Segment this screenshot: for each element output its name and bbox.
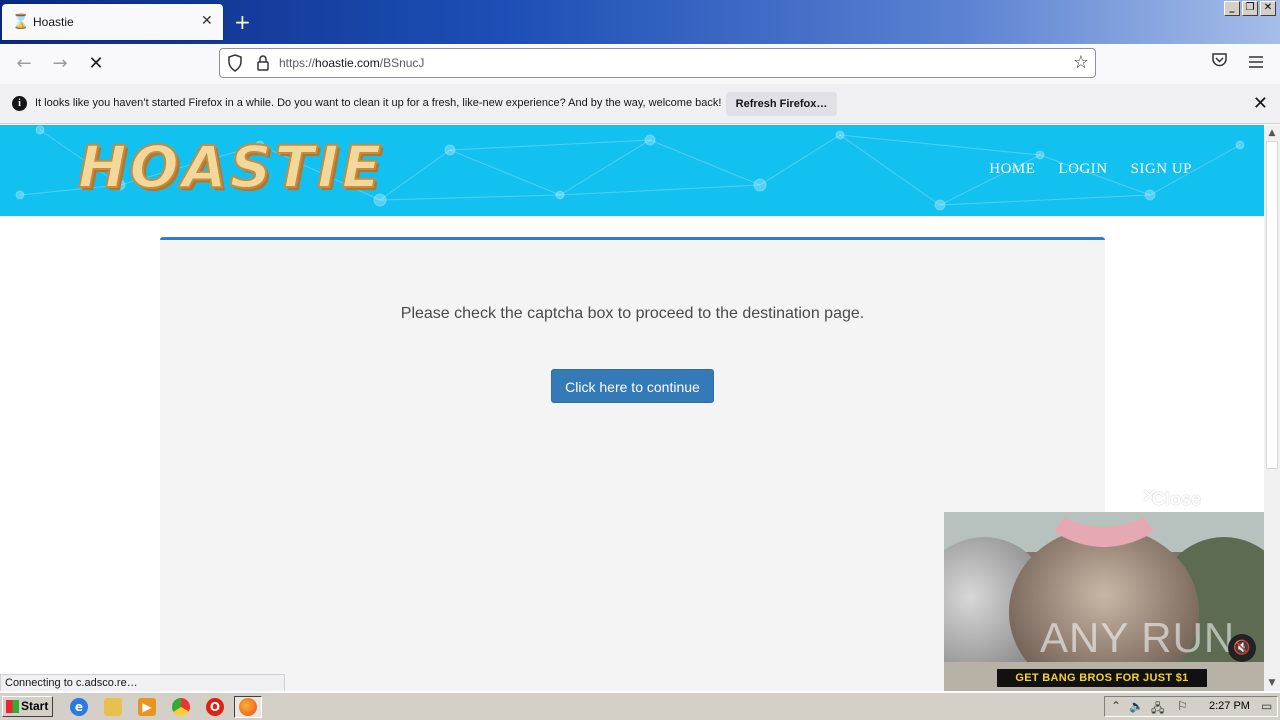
hourglass-icon: ⌛ — [12, 14, 30, 30]
new-tab-icon[interactable]: + — [234, 10, 251, 34]
taskbar-firefox-active[interactable] — [234, 696, 262, 718]
opera-icon[interactable]: O — [206, 698, 224, 716]
menu-hamburger-icon[interactable] — [1248, 54, 1264, 73]
minimize-icon[interactable]: _ — [1224, 1, 1240, 16]
shield-icon[interactable] — [227, 54, 243, 72]
muted-speaker-icon[interactable]: 🔇 — [1228, 634, 1256, 662]
site-header: HOASTIE HOME LOGIN SIGN UP — [0, 125, 1264, 216]
tab-title: Hoastie — [33, 15, 74, 29]
start-button[interactable]: Start — [2, 696, 53, 717]
lock-icon[interactable] — [255, 54, 271, 72]
site-nav: HOME LOGIN SIGN UP — [989, 161, 1192, 178]
refresh-firefox-button[interactable]: Refresh Firefox… — [726, 92, 837, 116]
back-arrow-icon[interactable]: ← — [12, 52, 36, 76]
scroll-up-icon[interactable]: ▲ — [1264, 125, 1280, 141]
chrome-icon[interactable] — [172, 698, 190, 716]
network-icon[interactable]: 🖧 — [1151, 699, 1164, 720]
forward-arrow-icon[interactable]: → — [48, 52, 72, 76]
tray-expand-icon[interactable]: ⌃ — [1111, 699, 1121, 713]
continue-button[interactable]: Click here to continue — [551, 369, 714, 403]
nav-login-link[interactable]: LOGIN — [1058, 161, 1107, 178]
site-logo[interactable]: HOASTIE — [77, 132, 384, 202]
clock[interactable]: 2:27 PM — [1209, 700, 1250, 712]
window-controls: _ ❐ ✕ — [1224, 1, 1276, 16]
close-notification-icon[interactable]: ✕ — [1253, 93, 1268, 114]
media-player-icon[interactable]: ▶ — [138, 698, 156, 716]
firefox-icon[interactable] — [239, 698, 257, 716]
file-explorer-icon[interactable] — [104, 698, 122, 716]
tab-hoastie[interactable]: ⌛ Hoastie ✕ — [2, 4, 223, 40]
tab-close-icon[interactable]: ✕ — [201, 13, 213, 29]
url-text[interactable]: https://hoastie.com/BSnucJ — [279, 56, 424, 70]
ad-banner[interactable]: GET BANG BROS FOR JUST $1 — [997, 669, 1207, 687]
close-ad-label[interactable]: Close ad ✕ — [1142, 486, 1201, 530]
browser-titlebar: ⌛ Hoastie ✕ + _ ❐ ✕ — [0, 0, 1280, 44]
url-bar[interactable]: https://hoastie.com/BSnucJ ☆ — [219, 48, 1096, 78]
video-ad[interactable]: ANY RUN 🔇 GET BANG BROS FOR JUST $1 — [944, 512, 1264, 691]
page-scrollbar[interactable]: ▲ ▼ — [1264, 125, 1280, 691]
stop-loading-icon[interactable]: ✕ — [84, 52, 108, 76]
scroll-thumb[interactable] — [1266, 141, 1278, 469]
internet-explorer-icon[interactable]: e — [70, 698, 88, 716]
page-viewport: HOASTIE HOME LOGIN SIGN UP Please check … — [0, 125, 1264, 691]
watermark-text: ANY RUN — [1040, 614, 1236, 661]
windows-flag-icon — [6, 700, 19, 713]
system-tray: ⌃ 🔈 🖧 ⚐ 2:27 PM ▭ — [1104, 696, 1278, 717]
bookmark-star-icon[interactable]: ☆ — [1073, 52, 1089, 73]
info-icon: i — [12, 96, 27, 111]
ad-video-frame — [944, 512, 1264, 691]
nav-home-link[interactable]: HOME — [989, 161, 1035, 178]
volume-icon[interactable]: 🔈 — [1129, 699, 1144, 713]
window-close-icon[interactable]: ✕ — [1260, 1, 1276, 16]
status-bar: Connecting to c.adsco.re… — [0, 674, 285, 691]
pocket-icon[interactable] — [1211, 52, 1228, 72]
action-center-flag-icon[interactable]: ⚐ — [1177, 699, 1188, 713]
restore-icon[interactable]: ❐ — [1242, 1, 1258, 16]
captcha-prompt: Please check the captcha box to proceed … — [400, 305, 865, 322]
notification-bar: i It looks like you haven’t started Fire… — [0, 84, 1280, 124]
scroll-down-icon[interactable]: ▼ — [1264, 675, 1280, 691]
close-ad-button[interactable]: Close ad ✕ — [1132, 483, 1264, 530]
nav-signup-link[interactable]: SIGN UP — [1131, 161, 1192, 178]
notification-message: It looks like you haven’t started Firefo… — [35, 97, 722, 109]
show-desktop-icon[interactable]: ▭ — [1261, 699, 1272, 713]
windows-taskbar: Start e ▶ O ⌃ 🔈 🖧 ⚐ 2:27 PM ▭ — [0, 692, 1280, 720]
navigation-toolbar: ← → ✕ https://hoastie.com/BSnucJ ☆ — [0, 44, 1280, 84]
